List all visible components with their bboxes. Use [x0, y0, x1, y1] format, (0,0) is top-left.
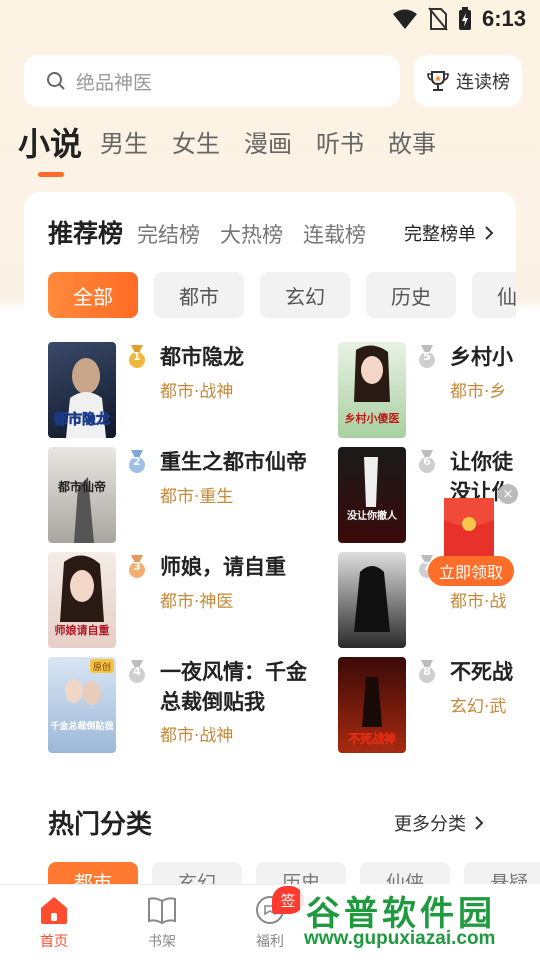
home-icon [41, 897, 67, 924]
tab-female[interactable]: 女生 [172, 124, 220, 164]
nav-home[interactable]: 首页 [14, 895, 94, 951]
nav-welfare-label: 福利 [256, 934, 284, 950]
book-tag: 都市·战 [450, 592, 507, 612]
chip-history[interactable]: 历史 [366, 272, 456, 318]
search-input[interactable]: 绝品神医 [76, 68, 152, 95]
search-bar[interactable]: 绝品神医 [24, 55, 400, 107]
cover-title: 千金总裁倒贴我 [50, 720, 113, 732]
red-packet-float[interactable]: × 立即领取 [428, 484, 518, 589]
tab-male[interactable]: 男生 [100, 124, 148, 164]
book-tag: 都市·战神 [160, 382, 234, 402]
rank-tabs: 推荐榜 完结榜 大热榜 连载榜 [48, 214, 386, 250]
book-item[interactable]: 都市隐龙 1 都市隐龙 都市·战神 [48, 342, 318, 442]
chip-fantasy[interactable]: 玄幻 [260, 272, 350, 318]
more-categories-label: 更多分类 [394, 814, 466, 835]
medal-grey-icon: 8 [416, 660, 438, 684]
read-rank-button[interactable]: 连读榜 [414, 55, 522, 107]
book-item[interactable]: 师娘请自重 3 师娘，请自重 都市·神医 [48, 552, 318, 652]
cover-title: 不死战神 [348, 731, 396, 746]
cover-title: 乡村小傻医 [345, 411, 400, 425]
chip-urban[interactable]: 都市 [154, 272, 244, 318]
tab-indicator [38, 172, 64, 177]
no-sim-icon [428, 7, 448, 31]
rank-tab-serial[interactable]: 连载榜 [303, 219, 366, 249]
book-item[interactable]: 乡村小傻医 5 乡村小 都市·乡 [338, 342, 516, 442]
book-cover[interactable]: 原创千金总裁倒贴我 [48, 657, 116, 753]
trophy-icon [427, 71, 449, 91]
genre-chips: 全部 都市 玄幻 历史 仙侠 [48, 272, 516, 318]
nav-shelf[interactable]: 书架 [122, 895, 202, 951]
book-tag: 都市·重生 [160, 487, 234, 507]
book-cover[interactable]: 不死战神 [338, 657, 406, 753]
wifi-icon [392, 9, 417, 29]
cover-title: 都市仙帝 [57, 479, 106, 494]
rank-tab-hot[interactable]: 大热榜 [220, 219, 283, 249]
hot-categories-title: 热门分类 [48, 810, 153, 840]
rank-tab-recommend[interactable]: 推荐榜 [48, 214, 123, 250]
book-cover[interactable] [338, 552, 406, 648]
watermark-url: www.gupuxiazai.com [304, 928, 496, 949]
search-icon [47, 72, 65, 90]
cover-title: 师娘请自重 [55, 623, 110, 637]
medal-silver-icon: 2 [126, 450, 148, 474]
book-title: 让你徒 [450, 450, 513, 474]
medal-bronze-icon: 3 [126, 555, 148, 579]
cover-title: 都市隐龙 [53, 411, 110, 428]
bookshelf-icon [148, 897, 176, 925]
book-title: 重生之都市仙帝 [160, 450, 307, 474]
book-item[interactable]: 原创千金总裁倒贴我 4 一夜风情：千金总裁倒贴我 都市·战神 [48, 657, 318, 757]
book-cover[interactable]: 都市隐龙 [48, 342, 116, 438]
full-list-link[interactable]: 完整榜单 [404, 220, 494, 246]
book-title: 乡村小 [450, 345, 513, 369]
status-icons: 6:13 [392, 6, 526, 32]
more-categories-link[interactable]: 更多分类 [394, 810, 484, 836]
close-icon[interactable]: × [498, 484, 518, 504]
chevron-right-icon [475, 816, 484, 830]
claim-button[interactable]: 立即领取 [428, 556, 514, 586]
full-list-label: 完整榜单 [404, 224, 476, 245]
tab-story[interactable]: 故事 [388, 124, 436, 164]
book-title: 都市隐龙 [160, 345, 244, 369]
book-tag: 都市·乡 [450, 382, 507, 402]
book-cover[interactable]: 没让你撤人 [338, 447, 406, 543]
chip-all[interactable]: 全部 [48, 272, 138, 318]
chevron-right-icon [485, 226, 494, 240]
cover-badge: 原创 [93, 661, 111, 673]
book-title: 不死战 [450, 660, 513, 684]
medal-grey-icon: 5 [416, 345, 438, 369]
read-rank-label: 连读榜 [456, 72, 510, 93]
book-item[interactable]: 不死战神 8 不死战 玄幻·武 [338, 657, 516, 757]
medal-grey-icon: 6 [416, 450, 438, 474]
book-tag: 都市·神医 [160, 592, 234, 612]
chip-xianxia[interactable]: 仙侠 [472, 272, 516, 318]
medal-grey-icon: 4 [126, 660, 148, 684]
status-time: 6:13 [481, 6, 526, 31]
book-tag: 玄幻·武 [450, 697, 507, 717]
cover-title: 没让你撤人 [347, 509, 398, 522]
tab-comic[interactable]: 漫画 [244, 124, 292, 164]
nav-shelf-label: 书架 [148, 934, 176, 950]
book-title: 师娘，请自重 [160, 555, 286, 579]
status-bar: 6:13 [0, 0, 540, 40]
watermark: 谷普软件园 www.gupuxiazai.com [300, 884, 540, 960]
rank-tab-finished[interactable]: 完结榜 [137, 219, 200, 249]
medal-gold-icon: 1 [126, 345, 148, 369]
category-tabs: 小说 男生 女生 漫画 听书 故事 [18, 124, 460, 164]
book-cover[interactable]: 乡村小傻医 [338, 342, 406, 438]
book-title: 一夜风情：千金总裁倒贴我 [160, 660, 307, 714]
battery-charging-icon [458, 7, 471, 30]
book-tag: 都市·战神 [160, 726, 234, 746]
tab-audiobook[interactable]: 听书 [316, 124, 364, 164]
book-cover[interactable]: 都市仙帝 [48, 447, 116, 543]
tab-novel[interactable]: 小说 [18, 124, 82, 164]
red-packet-icon[interactable] [444, 498, 494, 562]
book-cover[interactable]: 师娘请自重 [48, 552, 116, 648]
nav-home-label: 首页 [40, 934, 68, 950]
book-item[interactable]: 都市仙帝 2 重生之都市仙帝 都市·重生 [48, 447, 318, 547]
